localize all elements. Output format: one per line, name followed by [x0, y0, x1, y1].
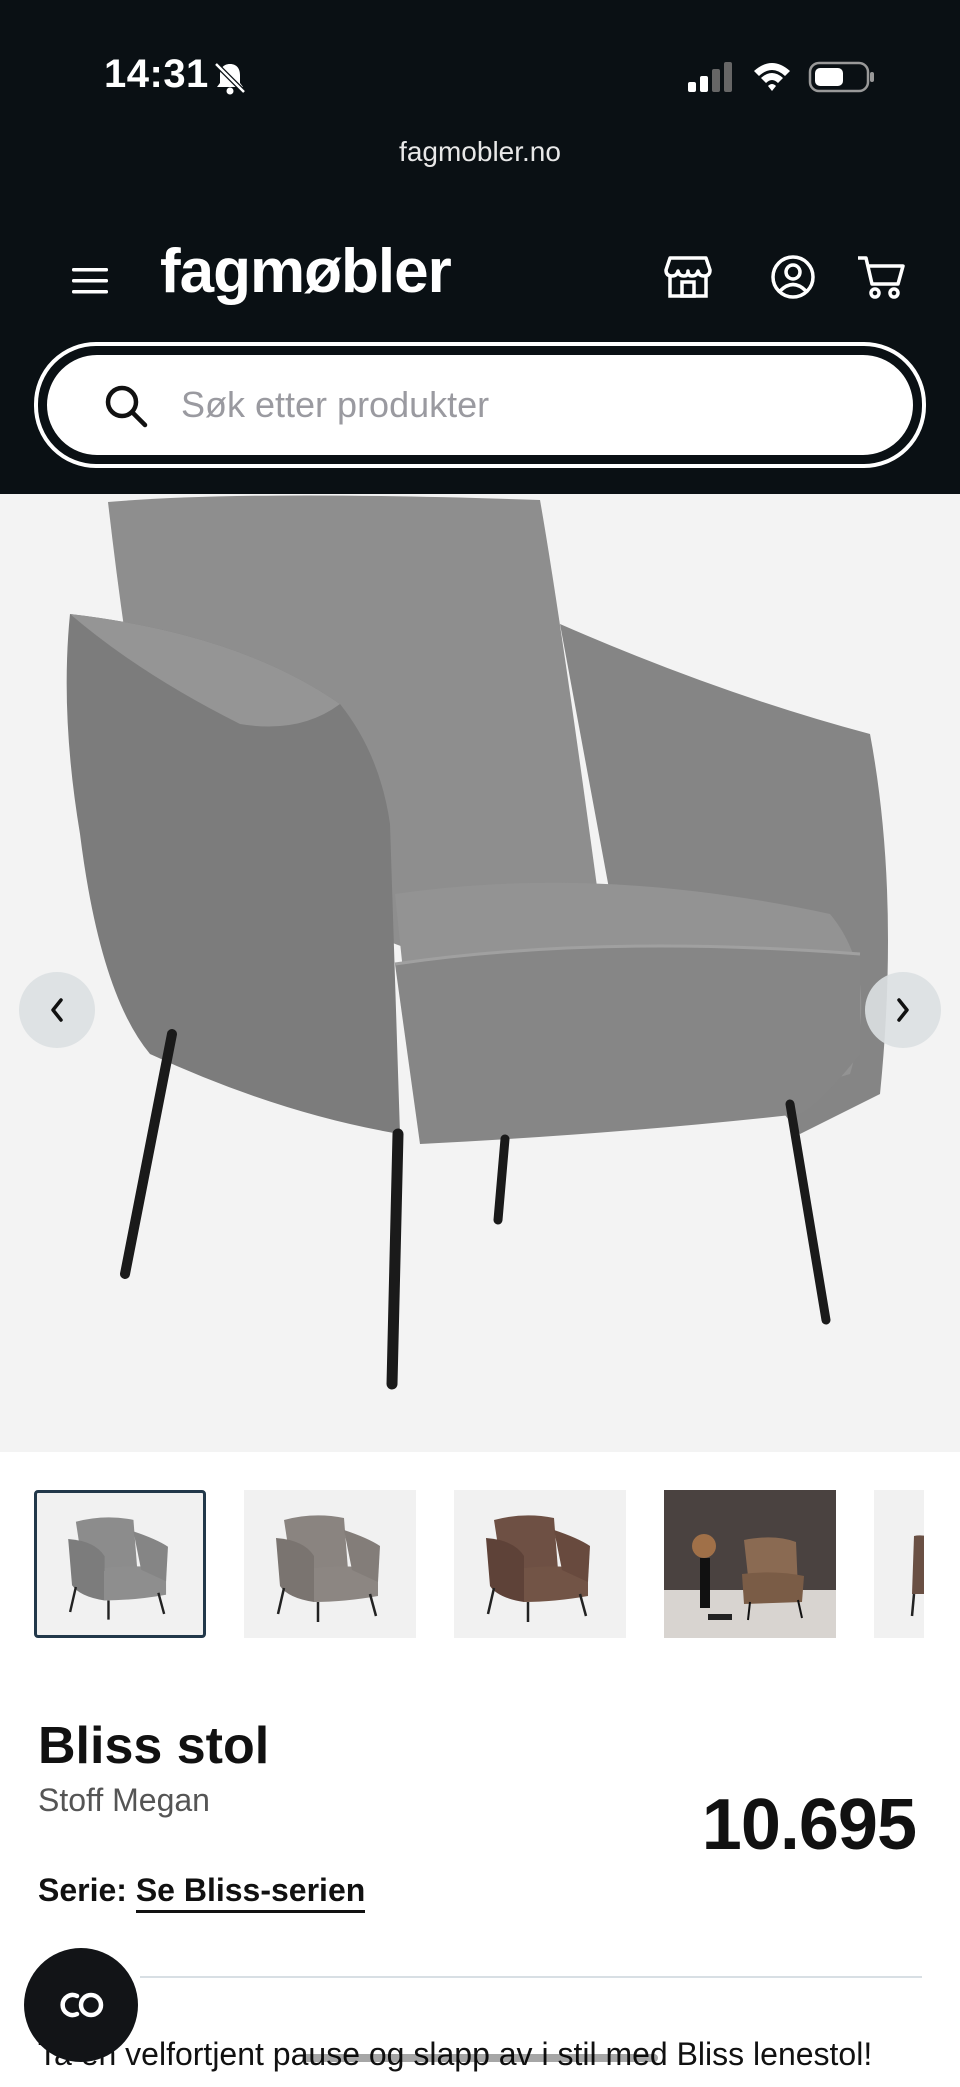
chat-button[interactable] [24, 1948, 138, 2062]
product-gallery [0, 494, 960, 1452]
browser-url[interactable]: fagmobler.no [0, 136, 960, 168]
thumbnail-strip [34, 1490, 924, 1638]
chevron-right-icon [897, 998, 909, 1022]
gallery-prev-button[interactable] [19, 972, 95, 1048]
bell-slash-icon [214, 62, 246, 95]
account-icon[interactable] [770, 254, 816, 300]
home-indicator [302, 2054, 658, 2062]
search-bar [34, 342, 926, 468]
product-series: Serie: Se Bliss-serien [38, 1872, 366, 1913]
thumbnail-taupe-chair[interactable] [244, 1490, 416, 1638]
menu-icon[interactable] [70, 266, 110, 296]
chevron-left-icon [51, 998, 63, 1022]
product-image[interactable] [0, 494, 960, 1452]
thumbnail-partial[interactable] [874, 1490, 924, 1638]
search-input[interactable] [181, 369, 881, 441]
status-bar: 14:31 fagmobler.no [0, 0, 960, 167]
battery-icon [808, 61, 874, 93]
status-time: 14:31 [104, 52, 209, 96]
search-icon[interactable] [103, 383, 149, 429]
site-logo[interactable]: fagmøbler [160, 236, 452, 307]
product-title: Bliss stol [38, 1717, 270, 1775]
gallery-next-button[interactable] [865, 972, 941, 1048]
product-price: 10.695 [701, 1785, 917, 1865]
thumbnail-brown-chair-room[interactable] [664, 1490, 836, 1638]
wifi-icon [754, 63, 790, 91]
series-label: Serie: [38, 1872, 127, 1908]
cart-icon[interactable] [856, 254, 906, 300]
store-icon[interactable] [664, 254, 712, 300]
site-header: fagmøbler [0, 230, 960, 330]
product-subtitle: Stoff Megan [38, 1782, 210, 1818]
thumbnail-brown-chair[interactable] [454, 1490, 626, 1638]
divider [140, 1976, 922, 1978]
chat-icon [60, 1992, 104, 2018]
signal-icon [688, 62, 732, 92]
search-box[interactable] [44, 352, 916, 458]
thumbnail-grey-chair[interactable] [34, 1490, 206, 1638]
series-link[interactable]: Se Bliss-serien [135, 1872, 366, 1913]
